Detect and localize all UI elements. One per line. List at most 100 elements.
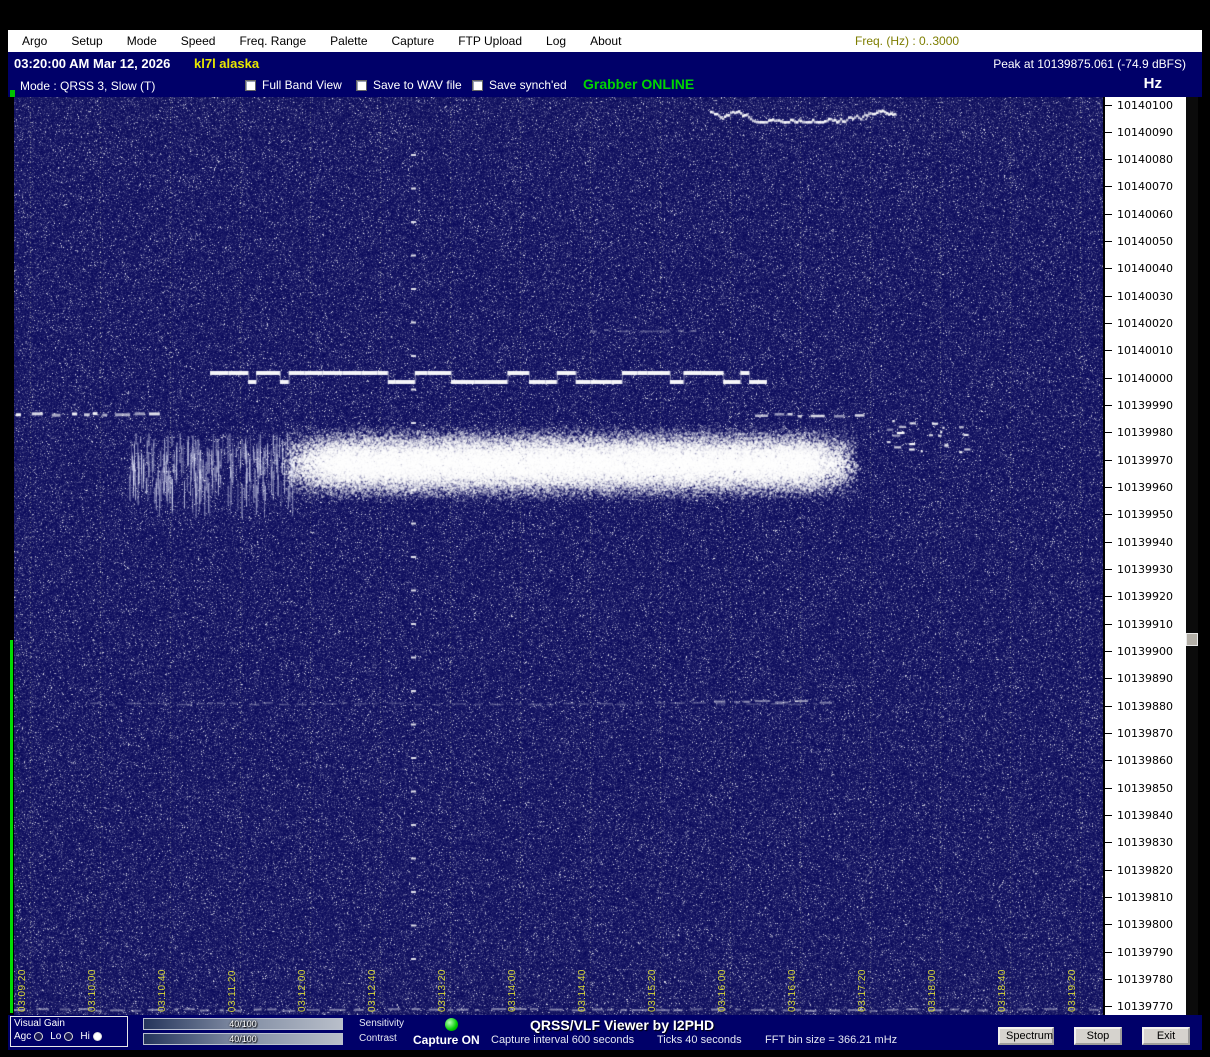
menu-item[interactable]: Palette — [318, 30, 379, 52]
frequency-scale: 10140100 10140090 10140080 10140070 1014… — [1105, 97, 1186, 1015]
scrollbar-track[interactable] — [1186, 97, 1198, 1015]
frequency-label: 10139930 — [1117, 563, 1173, 577]
tick-mark-icon — [1105, 596, 1112, 598]
frequency-tick-row: 10139930 — [1105, 563, 1186, 577]
frequency-tick-row: 10139990 — [1105, 399, 1186, 412]
menu-item[interactable]: Capture — [380, 30, 447, 52]
frequency-tick-row: 10140030 — [1105, 290, 1186, 303]
slider-group: 40/100 Sensitivity 40/100 Contrast — [143, 1017, 404, 1047]
tick-mark-icon — [1105, 815, 1112, 817]
slider-row: 40/100 Contrast — [143, 1032, 404, 1045]
frequency-label: 10139910 — [1117, 617, 1173, 631]
tick-mark-icon — [1105, 1006, 1112, 1008]
spectrogram-canvas[interactable] — [14, 97, 1103, 1015]
tick-mark-icon — [1105, 104, 1112, 106]
frequency-label: 10140050 — [1117, 235, 1173, 249]
radio-button-icon[interactable] — [64, 1032, 74, 1041]
gain-radio[interactable]: Hi — [80, 1031, 102, 1042]
frequency-tick-row: 10140090 — [1105, 126, 1186, 139]
tick-mark-icon — [1105, 760, 1112, 762]
frequency-label: 10139820 — [1117, 863, 1173, 877]
spectrum-button[interactable]: Spectrum — [998, 1027, 1054, 1045]
tick-mark-icon — [1105, 432, 1112, 434]
frequency-label: 10139810 — [1117, 891, 1173, 905]
frequency-tick-row: 10139850 — [1105, 781, 1186, 795]
checkbox-save-to-wav[interactable]: Save to WAV file — [356, 78, 462, 92]
frequency-label: 10139950 — [1117, 508, 1173, 522]
checkbox-full-band-view[interactable]: Full Band View — [245, 78, 342, 92]
menu-item[interactable]: Argo — [10, 30, 59, 52]
tick-mark-icon — [1105, 569, 1112, 571]
argo-app-window: { "colors": { "header_bg": "#000069", "m… — [0, 0, 1210, 1057]
frequency-tick-row: 10139940 — [1105, 536, 1186, 549]
slider-value: 40/100 — [229, 1033, 257, 1044]
slider-value: 40/100 — [229, 1018, 257, 1029]
checkbox-icon[interactable] — [472, 79, 483, 91]
tick-mark-icon — [1105, 323, 1112, 325]
tick-mark-icon — [1105, 459, 1112, 461]
tick-mark-icon — [1105, 514, 1112, 516]
slider-bar[interactable]: 40/100 — [143, 1032, 343, 1045]
menu-item[interactable]: Log — [534, 30, 578, 52]
gain-radio-label: Agc — [14, 1031, 32, 1042]
checkbox-icon[interactable] — [245, 79, 256, 91]
frequency-label: 10139970 — [1117, 453, 1173, 467]
frequency-label: 10140070 — [1117, 180, 1173, 194]
tick-mark-icon — [1105, 377, 1112, 379]
frequency-tick-row: 10140050 — [1105, 235, 1186, 249]
capture-status: Capture ON — [413, 1033, 480, 1047]
visual-gain-radios: Agc Lo Hi — [14, 1031, 124, 1042]
frequency-label: 10139770 — [1117, 1000, 1173, 1014]
capture-interval-label: Capture interval 600 seconds — [491, 1034, 635, 1046]
callsign-label: kl7l alaska — [194, 56, 260, 71]
radio-button-icon[interactable] — [34, 1032, 44, 1041]
frequency-tick-row: 10140020 — [1105, 317, 1186, 330]
gain-radio-label: Hi — [80, 1031, 90, 1042]
header-bar: 03:20:00 AM Mar 12, 2026 kl7l alaska Pea… — [8, 52, 1202, 97]
frequency-tick-row: 10139810 — [1105, 891, 1186, 905]
scrollbar-thumb[interactable] — [1186, 633, 1198, 646]
menu-item[interactable]: About — [578, 30, 633, 52]
gain-radio[interactable]: Lo — [50, 1031, 74, 1042]
statusbar-buttons: Spectrum Stop Exit — [998, 1027, 1190, 1045]
frequency-tick-row: 10139820 — [1105, 863, 1186, 877]
frequency-label: 10139800 — [1117, 918, 1173, 932]
tick-mark-icon — [1105, 268, 1112, 270]
tick-mark-icon — [1105, 131, 1112, 133]
frequency-tick-row: 10139900 — [1105, 645, 1186, 658]
frequency-tick-row: 10140070 — [1105, 180, 1186, 194]
frequency-label: 10140100 — [1117, 98, 1173, 112]
gain-radio[interactable]: Agc — [14, 1031, 44, 1042]
frequency-label: 10139780 — [1117, 973, 1173, 986]
menu-item[interactable]: Mode — [115, 30, 169, 52]
checkbox-icon[interactable] — [356, 79, 367, 91]
ticks-label: Ticks 40 seconds — [657, 1034, 742, 1046]
visual-gain-title: Visual Gain — [14, 1018, 65, 1029]
tick-mark-icon — [1105, 705, 1112, 707]
main-window: Argo Setup Mode Speed Freq. Range Palette Capt… — [8, 30, 1202, 1050]
gain-radio-label: Lo — [50, 1031, 62, 1042]
menu-item[interactable]: FTP Upload — [446, 30, 534, 52]
fft-bin-size-label: FFT bin size = 366.21 mHz — [765, 1034, 898, 1046]
frequency-tick-row: 10139880 — [1105, 700, 1186, 713]
tick-mark-icon — [1105, 213, 1112, 215]
slider-row: 40/100 Sensitivity — [143, 1017, 404, 1030]
menu-item[interactable]: Setup — [59, 30, 114, 52]
tick-mark-icon — [1105, 623, 1112, 625]
slider-bar[interactable]: 40/100 — [143, 1017, 343, 1030]
checkbox-save-synched[interactable]: Save synch'ed — [472, 78, 567, 92]
tick-mark-icon — [1105, 295, 1112, 297]
radio-button-icon[interactable] — [92, 1032, 102, 1041]
stop-button[interactable]: Stop — [1074, 1027, 1122, 1045]
frequency-tick-row: 10140000 — [1105, 372, 1186, 385]
menu-item[interactable]: Freq. Range — [227, 30, 318, 52]
exit-button[interactable]: Exit — [1142, 1027, 1190, 1045]
frequency-label: 10140060 — [1117, 207, 1173, 221]
menu-item[interactable]: Speed — [169, 30, 228, 52]
tick-mark-icon — [1105, 924, 1112, 926]
tick-mark-icon — [1105, 733, 1112, 735]
tick-mark-icon — [1105, 159, 1112, 161]
status-bar: Visual Gain Agc Lo Hi 40/100 Sensitivity… — [8, 1015, 1202, 1050]
frequency-label: 10139850 — [1117, 781, 1173, 795]
frequency-label: 10139790 — [1117, 945, 1173, 959]
